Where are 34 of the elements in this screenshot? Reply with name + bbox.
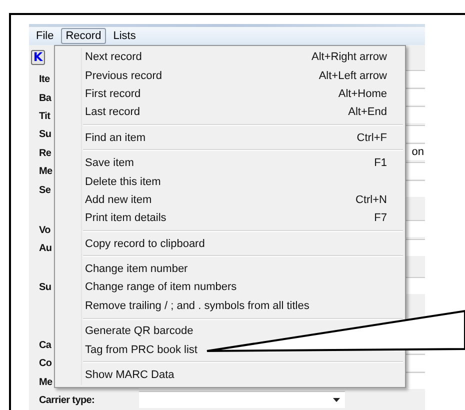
menu-item[interactable]: Last record Alt+End [55, 103, 405, 122]
menu-item[interactable]: Next record Alt+Right arrow [55, 48, 405, 66]
menu-item[interactable]: Remove trailing / ; and . symbols from all titles [55, 296, 405, 316]
menu-item[interactable]: Save item F1 [55, 154, 405, 172]
menu-bar-item[interactable]: Record [60, 28, 106, 44]
field-label: Re [39, 148, 52, 159]
field-label: Su [39, 282, 52, 293]
field-label: Vo [39, 224, 50, 236]
menu-item[interactable]: Change item number [55, 260, 405, 278]
menu-item[interactable]: First record Alt+Home [55, 84, 405, 104]
field-label: Tit [39, 110, 50, 122]
dropdown-field[interactable] [139, 390, 345, 408]
menu-item[interactable]: Show MARC Data [55, 366, 405, 384]
dropdown-arrow-icon [333, 398, 340, 402]
menu-bar-item[interactable]: File [31, 28, 59, 44]
menu-item[interactable]: Change range of item numbers [55, 278, 405, 297]
menu-bar-item[interactable]: Lists [108, 28, 141, 44]
field-label: Me [39, 166, 52, 178]
menu-item[interactable]: Print item details F7 [55, 209, 405, 228]
menu-item[interactable]: Previous record Alt+Left arrow [55, 66, 405, 85]
field-label: Su [39, 129, 52, 140]
field-label: Se [39, 184, 51, 196]
menu-item[interactable]: Add new item Ctrl+N [55, 190, 405, 210]
field-label: Me [39, 376, 52, 388]
menu-item[interactable]: Find an item Ctrl+F [55, 128, 405, 147]
field-label: Ba [39, 92, 52, 104]
field-label: Carrier type: [39, 395, 95, 406]
first-record-button[interactable]: K [31, 50, 45, 64]
field-label: Ca [39, 340, 52, 352]
menu-item[interactable]: Delete this item [55, 172, 405, 191]
field-label: Co [39, 358, 52, 370]
field-label: Ite [39, 74, 50, 86]
menu-item[interactable]: Copy record to clipboard [55, 234, 405, 253]
field-label: Au [39, 243, 52, 254]
